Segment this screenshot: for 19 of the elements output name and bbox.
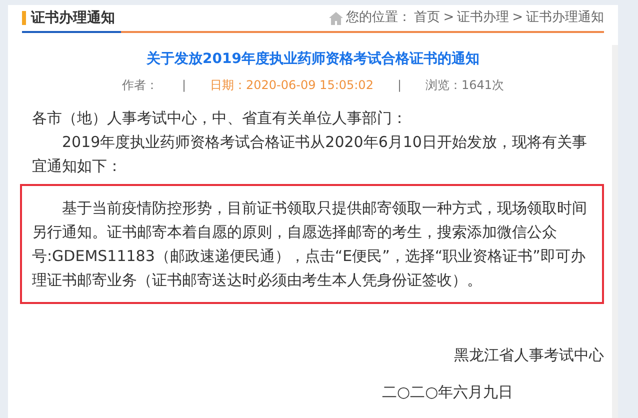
signature-date: 二○二○年六月九日 xyxy=(382,382,514,402)
signature: 黑龙江省人事考试中心 xyxy=(454,345,604,366)
breadcrumb-label: 您的位置： xyxy=(346,9,412,28)
panel-title: 证书办理通知 xyxy=(22,11,115,25)
breadcrumb-link[interactable]: 首页 xyxy=(414,8,440,28)
paragraph: 2019年度执业药师资格考试合格证书从2020年6月10日开始发放，现将有关事宜通知如下： xyxy=(31,132,588,177)
meta-divider: | xyxy=(397,77,402,94)
publish-date: 日期：2020-06-09 15:05:02 xyxy=(210,77,374,94)
view-count: 浏览：1641次 xyxy=(426,77,504,94)
highlighted-paragraph: 基于当前疫情防控形势，目前证书领取只提供邮寄领取一种方式，现场领取时间另行通知。证书邮寄本着自愿的原则，自愿选择邮寄的考生，搜索添加微信公众号:GDEMS11183（邮政速递便民通），点击“E便民”，选择“职业资格证书”即可办理证书邮寄业务（证书邮寄送达时必须由考生本人凭身份证签收）。 xyxy=(20,184,604,304)
paragraph: 各市（地）人事考试中心，中、省直有关单位人事部门： xyxy=(31,108,408,129)
breadcrumb-link[interactable]: 证书办理 xyxy=(457,8,510,28)
breadcrumb-separator: > xyxy=(443,9,454,28)
breadcrumb-separator: > xyxy=(512,9,523,28)
meta-divider: | xyxy=(182,77,186,94)
author-label: 作者： xyxy=(122,77,158,94)
breadcrumb-link[interactable]: 证书办理通知 xyxy=(526,8,604,28)
home-icon xyxy=(329,12,344,24)
article-title: 关于发放2019年度执业药师资格考试合格证书的通知 xyxy=(145,50,480,69)
